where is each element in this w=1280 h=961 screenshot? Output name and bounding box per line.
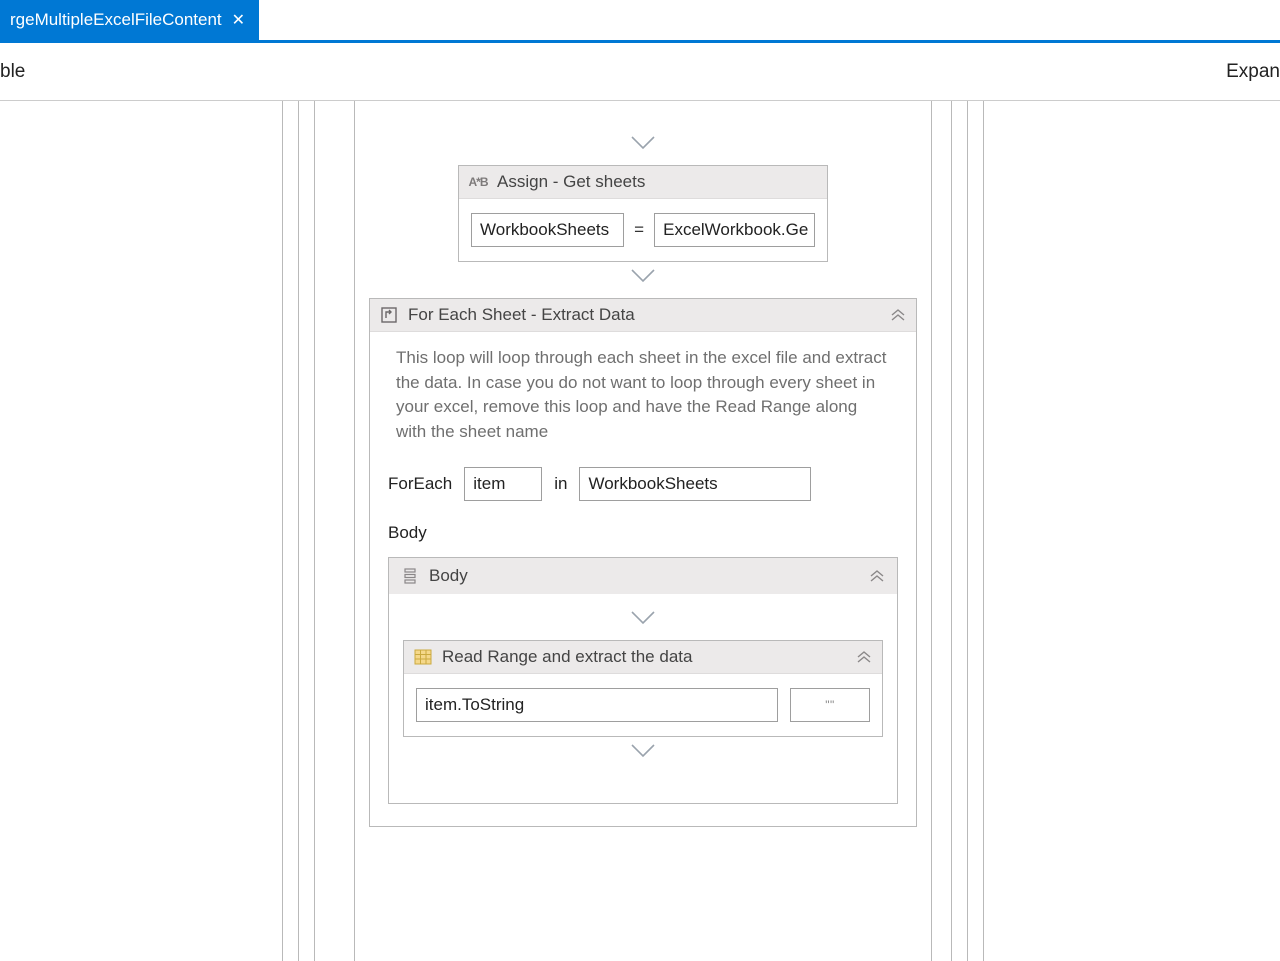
sequence-column: A*B Assign - Get sheets WorkbookSheets =… [354, 101, 932, 961]
read-range-body: item.ToString "" [404, 674, 882, 736]
collapse-icon[interactable] [856, 650, 872, 664]
activity-header[interactable]: Read Range and extract the data [404, 641, 882, 674]
activity-title: For Each Sheet - Extract Data [408, 305, 635, 325]
activity-title: Body [429, 566, 468, 586]
workflow-canvas[interactable]: A*B Assign - Get sheets WorkbookSheets =… [0, 101, 1280, 961]
foreach-collection-field[interactable]: WorkbookSheets [579, 467, 811, 501]
activity-title: Read Range and extract the data [442, 647, 692, 667]
toolbar-left-label[interactable]: ble [0, 61, 25, 83]
equals-label: = [634, 220, 644, 240]
body-label: Body [388, 523, 898, 543]
flow-connector[interactable] [630, 268, 656, 284]
close-icon[interactable]: ✕ [232, 10, 245, 30]
sequence-body: Read Range and extract the data item.ToS… [389, 594, 897, 803]
foreach-body-container: This loop will loop through each sheet i… [370, 332, 916, 826]
foreach-label: ForEach [388, 474, 452, 494]
tab-title: rgeMultipleExcelFileContent [10, 10, 222, 30]
assign-body: WorkbookSheets = ExcelWorkbook.Ge [459, 199, 827, 261]
sequence-activity[interactable]: Body [388, 557, 898, 804]
collapse-icon[interactable] [890, 308, 906, 322]
assign-value-field[interactable]: ExcelWorkbook.Ge [654, 213, 815, 247]
foreach-item-field[interactable]: item [464, 467, 542, 501]
activity-header[interactable]: For Each Sheet - Extract Data [370, 299, 916, 332]
activity-header[interactable]: A*B Assign - Get sheets [459, 166, 827, 199]
expand-all-button[interactable]: Expan [1226, 61, 1280, 83]
flow-connector[interactable] [630, 743, 656, 759]
assign-icon: A*B [469, 173, 487, 191]
foreach-icon [380, 306, 398, 324]
table-icon [414, 648, 432, 666]
flow-connector[interactable] [630, 610, 656, 626]
tab-active[interactable]: rgeMultipleExcelFileContent ✕ [0, 0, 259, 40]
activity-annotation: This loop will loop through each sheet i… [388, 346, 898, 445]
sequence-icon [401, 567, 419, 585]
assign-activity[interactable]: A*B Assign - Get sheets WorkbookSheets =… [458, 165, 828, 262]
range-field[interactable]: "" [790, 688, 870, 722]
foreach-params: ForEach item in WorkbookSheets [388, 467, 898, 501]
collapse-icon[interactable] [869, 569, 885, 583]
tab-bar: rgeMultipleExcelFileContent ✕ [0, 0, 1280, 40]
assign-to-field[interactable]: WorkbookSheets [471, 213, 624, 247]
sheet-name-field[interactable]: item.ToString [416, 688, 778, 722]
flow-connector[interactable] [630, 135, 656, 151]
foreach-activity[interactable]: For Each Sheet - Extract Data This loop … [369, 298, 917, 827]
designer-toolbar: ble Expan [0, 40, 1280, 100]
read-range-activity[interactable]: Read Range and extract the data item.ToS… [403, 640, 883, 737]
activity-header[interactable]: Body [389, 558, 897, 594]
in-label: in [554, 474, 567, 494]
activity-title: Assign - Get sheets [497, 172, 645, 192]
